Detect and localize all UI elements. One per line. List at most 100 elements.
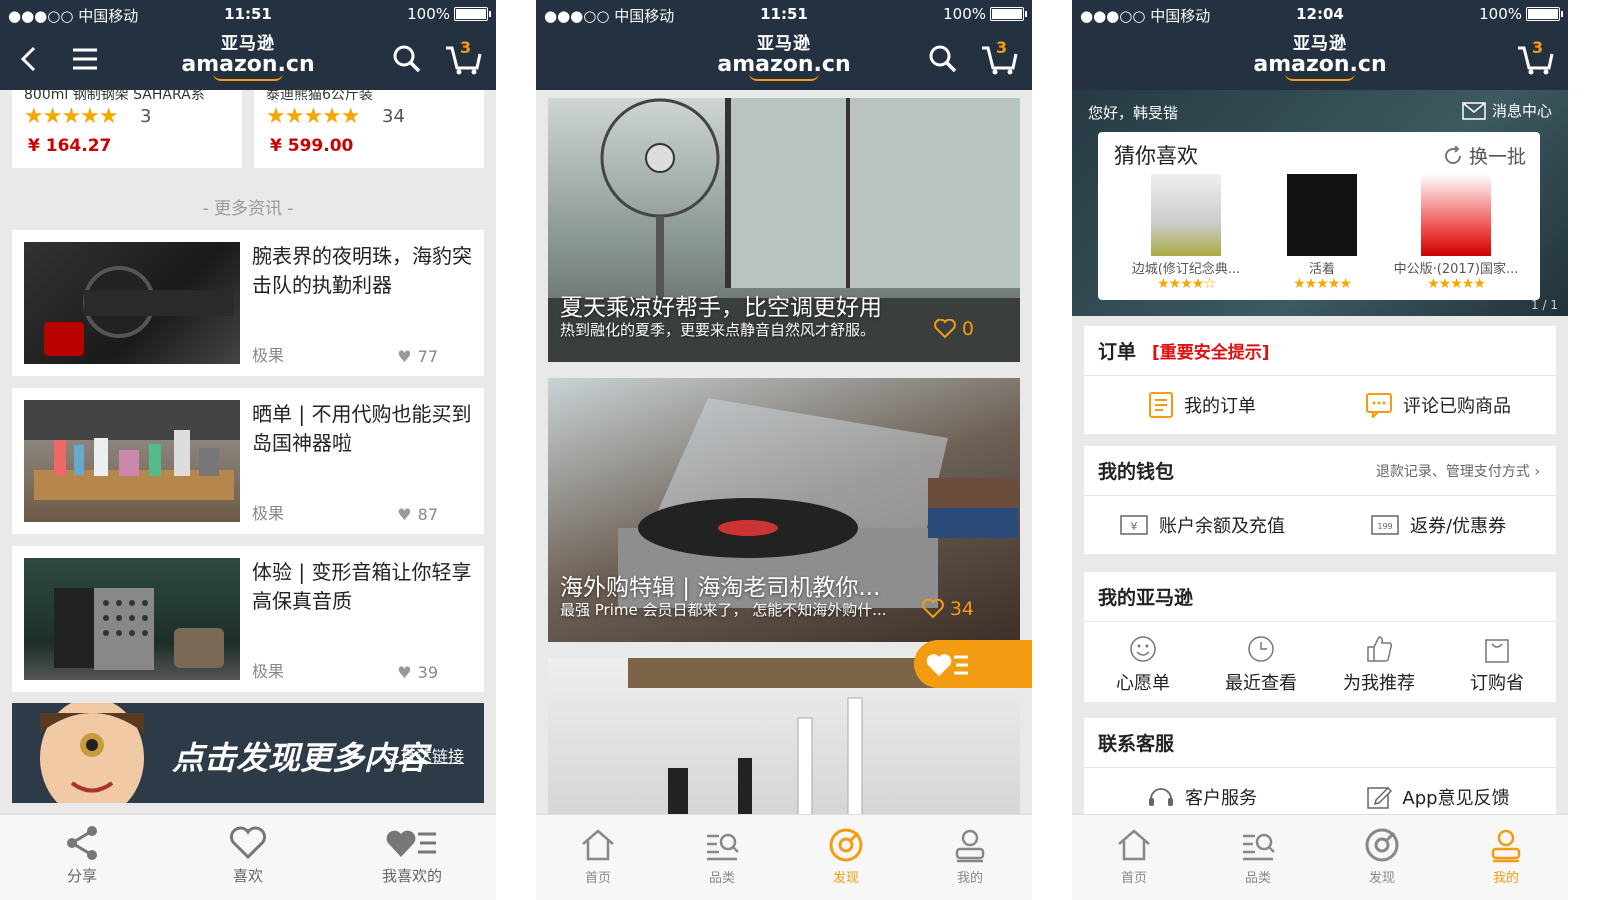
- coupon-icon: 199: [1371, 515, 1399, 535]
- screen-discover-article: ●●●○○ 中国移动 11:51 100% 亚马逊 amazon.cn 3 80…: [0, 0, 496, 900]
- discover-icon: [784, 823, 908, 867]
- top-navbar: 亚马逊 amazon.cn 3: [1072, 28, 1568, 90]
- feed-card-likes[interactable]: 0: [934, 318, 974, 340]
- bottom-tab-bar: 首页 品类 发现 我的: [536, 814, 1032, 900]
- profile-icon: [908, 823, 1032, 867]
- heart-icon: ♥: [397, 663, 412, 682]
- cart-count: 3: [996, 38, 1008, 57]
- battery-status: 100%: [943, 5, 1027, 23]
- book-item[interactable]: 边城(修订纪念典... ★★★★☆: [1122, 174, 1250, 291]
- feed-card-subtitle: 热到融化的夏季，更要来点静音自然风才舒服。: [560, 321, 876, 339]
- coupons-button[interactable]: 199 返券/优惠券: [1320, 512, 1556, 538]
- my-orders-button[interactable]: 我的订单: [1084, 391, 1320, 419]
- review-purchases-label: 评论已购商品: [1403, 396, 1511, 417]
- battery-percent: 100%: [943, 5, 986, 23]
- news-source: 极果: [252, 662, 285, 681]
- more-info-divider: - 更多资讯 -: [202, 199, 294, 219]
- article-action-bar: 分享 喜欢 我喜欢的: [0, 814, 496, 900]
- likes-count: 0: [961, 318, 974, 340]
- tab-discover[interactable]: 发现: [784, 815, 908, 900]
- shopping-bag-icon: [1438, 629, 1556, 669]
- news-title: 腕表界的夜明珠，海豹突击队的执勤利器: [252, 244, 472, 297]
- feed-card[interactable]: 夏天乘凉好帮手，比空调更好用 热到融化的夏季，更要来点静音自然风才舒服。 0: [548, 98, 1020, 362]
- tab-home[interactable]: 首页: [1072, 815, 1196, 900]
- wallet-title: 我的钱包: [1098, 461, 1175, 483]
- clock-icon: [1202, 629, 1320, 669]
- wallet-detail-link[interactable]: 退款记录、管理支付方式 ›: [1376, 461, 1540, 481]
- wallet-header[interactable]: 我的钱包 退款记录、管理支付方式 ›: [1084, 446, 1556, 496]
- tab-home[interactable]: 首页: [536, 815, 660, 900]
- subscribe-save-button[interactable]: 订购省: [1438, 629, 1556, 695]
- tab-label: 发现: [1368, 871, 1395, 886]
- book-item[interactable]: 中公版·(2017)国家... ★★★★★: [1392, 174, 1520, 291]
- like-button[interactable]: 喜欢: [178, 821, 318, 886]
- tab-profile[interactable]: 我的: [908, 815, 1032, 900]
- balance-button[interactable]: ¥ 账户余额及充值: [1084, 512, 1320, 538]
- banner-link[interactable]: >直达链接: [387, 743, 464, 767]
- category-icon: [660, 823, 784, 867]
- customer-service-button[interactable]: 客户服务: [1084, 783, 1320, 811]
- product-title: 800ml 钢制钢架 SAHARA系: [24, 87, 205, 103]
- feed-list: 夏天乘凉好帮手，比空调更好用 热到融化的夏季，更要来点静音自然风才舒服。 0 海…: [536, 90, 1032, 818]
- security-warning-link[interactable]: [重要安全提示]: [1152, 338, 1270, 363]
- my-amazon-section: 我的亚马逊 心愿单 最近查看 为我推荐 订购省: [1084, 572, 1556, 702]
- floating-favorites-button[interactable]: [914, 640, 1032, 688]
- news-item[interactable]: 腕表界的夜明珠，海豹突击队的执勤利器 极果 ♥ 77: [12, 230, 484, 376]
- wishlist-icon: [1084, 629, 1202, 669]
- news-item[interactable]: 晒单 | 不用代购也能买到岛国神器啦 极果 ♥ 87: [12, 388, 484, 534]
- news-likes: ♥ 39: [397, 663, 438, 682]
- search-icon[interactable]: [388, 40, 426, 78]
- tab-category[interactable]: 品类: [660, 815, 784, 900]
- cart-count: 3: [1532, 38, 1544, 57]
- my-likes-button[interactable]: 我喜欢的: [342, 821, 482, 886]
- tab-profile[interactable]: 我的: [1444, 815, 1568, 900]
- share-button[interactable]: 分享: [12, 821, 152, 886]
- feedback-button[interactable]: App意见反馈: [1320, 784, 1556, 810]
- news-thumbnail: [24, 242, 240, 364]
- book-cover: [1151, 174, 1221, 256]
- cart-icon[interactable]: 3: [980, 38, 1018, 78]
- tab-discover[interactable]: 发现: [1320, 815, 1444, 900]
- tab-category[interactable]: 品类: [1196, 815, 1320, 900]
- search-icon[interactable]: [924, 40, 962, 78]
- orders-section: 订单 [重要安全提示] 我的订单 评论已购商品: [1084, 326, 1556, 434]
- feed-card-likes[interactable]: 34: [921, 598, 974, 620]
- message-center-link[interactable]: 消息中心: [1462, 100, 1552, 121]
- recommendations-card: 猜你喜欢 换一批 边城(修订纪念典... ★★★★☆ 活着 ★★★★★ 中公版·…: [1098, 132, 1540, 300]
- product-price: ¥ 164.27: [28, 136, 112, 156]
- customer-service-label: 客户服务: [1185, 788, 1257, 809]
- tab-label: 首页: [584, 871, 611, 886]
- news-source: 极果: [252, 504, 285, 523]
- likes-count: 77: [417, 347, 438, 366]
- status-bar: ●●●○○ 中国移动 11:51 100%: [0, 0, 496, 28]
- feedback-label: App意见反馈: [1402, 788, 1510, 809]
- support-header: 联系客服: [1084, 718, 1556, 768]
- battery-percent: 100%: [1479, 5, 1522, 23]
- book-cover: [1287, 174, 1357, 256]
- review-purchases-button[interactable]: 评论已购商品: [1320, 392, 1556, 418]
- feed-card[interactable]: 海外购特辑 | 海淘老司机教你... 最强 Prime 会员日都来了， 怎能不知…: [548, 378, 1020, 642]
- book-item[interactable]: 活着 ★★★★★: [1258, 174, 1386, 291]
- recommended-button[interactable]: 为我推荐: [1320, 629, 1438, 695]
- discover-more-banner[interactable]: 点击发现更多内容 >直达链接: [12, 703, 484, 803]
- battery-status: 100%: [1479, 5, 1563, 23]
- book-title: 活着: [1308, 262, 1335, 277]
- wishlist-button[interactable]: 心愿单: [1084, 629, 1202, 695]
- product-card[interactable]: 泰迪熊猫6公斤装 ★★★★★ 34 ¥ 599.00: [254, 87, 484, 168]
- news-item[interactable]: 体验 | 变形音箱让你轻享高保真音质 极果 ♥ 39: [12, 546, 484, 692]
- amazon-logo[interactable]: 亚马逊 amazon.cn: [1072, 36, 1568, 81]
- feed-card-subtitle: 最强 Prime 会员日都来了， 怎能不知海外购什...: [560, 601, 887, 619]
- wallet-yen-icon: ¥: [1120, 515, 1148, 535]
- refresh-button[interactable]: 换一批: [1443, 142, 1526, 169]
- book-title: 中公版·(2017)国家...: [1393, 262, 1519, 277]
- cart-icon[interactable]: 3: [1516, 38, 1554, 78]
- tab-label: 我的: [956, 871, 983, 886]
- cart-icon[interactable]: 3: [444, 38, 482, 78]
- battery-icon: [1526, 7, 1563, 21]
- product-card[interactable]: 800ml 钢制钢架 SAHARA系 ★★★★★ 3 ¥ 164.27: [12, 87, 242, 168]
- message-center-label: 消息中心: [1491, 102, 1552, 120]
- feed-card-title: 海外购特辑 | 海淘老司机教你...: [560, 575, 881, 601]
- recently-viewed-button[interactable]: 最近查看: [1202, 629, 1320, 695]
- like-label: 喜欢: [232, 867, 263, 885]
- recommendations-title: 猜你喜欢: [1114, 144, 1198, 168]
